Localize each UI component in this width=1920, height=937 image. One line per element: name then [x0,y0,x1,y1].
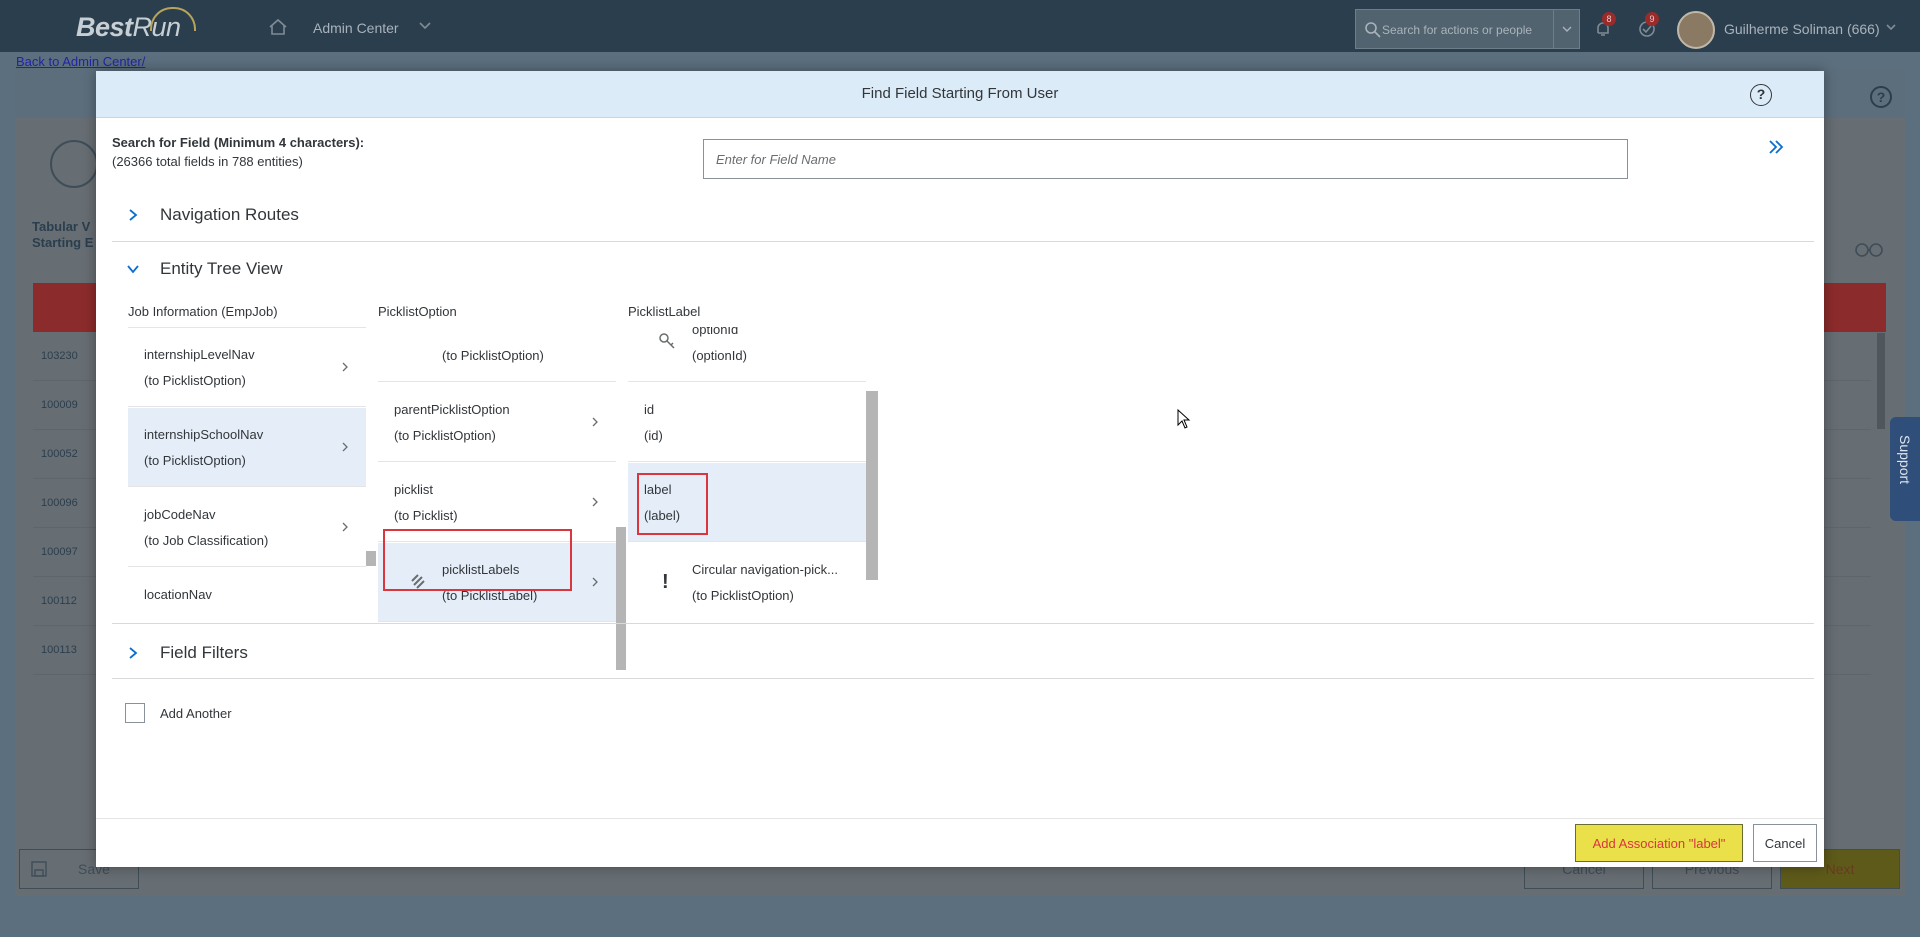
list-item-selected[interactable]: internshipSchoolNav (to PicklistOption) [128,408,366,487]
column-header-picklistlabel: PicklistLabel [628,304,701,319]
list-item[interactable]: (to PicklistOption) [378,327,616,382]
divider [112,678,1814,679]
chevron-right-icon [592,497,598,507]
chevron-right-icon [129,647,138,659]
warning-exclamation-icon: ! [662,571,669,593]
section-field-filters[interactable]: Field Filters [126,641,346,667]
chevron-right-icon [342,522,348,532]
shell-search-placeholder: Search for actions or people [1382,23,1533,37]
notification-badge: 8 [1602,12,1616,26]
list-item[interactable]: ! Circular navigation-pick... (to Pickli… [628,543,866,622]
column-header-job-information: Job Information (EmpJob) [128,304,278,319]
todo-badge: 9 [1645,12,1659,26]
column-scrollbar[interactable] [366,551,376,566]
chevron-down-icon [127,265,139,274]
cancel-button[interactable]: Cancel [1753,824,1817,862]
search-count: (26366 total fields in 788 entities) [112,154,303,169]
find-field-dialog: Find Field Starting From User ? Search f… [96,71,1824,867]
dialog-title: Find Field Starting From User [861,85,1059,102]
mouse-cursor-icon [1177,409,1191,429]
highlight-box-label [637,473,708,535]
section-entity-tree-view[interactable]: Entity Tree View [126,257,346,283]
chevron-right-icon [592,577,598,587]
chevron-down-icon [1562,26,1572,32]
document-icon [50,140,98,188]
search-label: Search for Field (Minimum 4 characters): [112,135,365,150]
list-item[interactable]: id (id) [628,383,866,462]
logo-cloud-icon [150,7,196,31]
support-tab[interactable]: Support [1890,417,1920,521]
add-another-label: Add Another [160,706,232,721]
column-header-picklistoption: PicklistOption [378,304,457,319]
background-tab-title: Tabular V Starting E [32,219,94,250]
list-item[interactable]: optionId (optionId) [628,327,866,382]
home-icon[interactable] [268,18,288,36]
list-item[interactable]: internshipLevelNav (to PicklistOption) [128,328,366,407]
chevron-right-icon [342,362,348,372]
list-item[interactable]: parentPicklistOption (to PicklistOption) [378,383,616,462]
help-icon[interactable]: ? [1750,84,1772,106]
divider [112,241,1814,242]
search-dropdown-toggle[interactable] [1553,10,1579,48]
search-icon [1365,22,1381,38]
chevron-right-icon [342,442,348,452]
column-scrollbar[interactable] [866,391,878,580]
column-scrollbar[interactable] [616,527,626,670]
list-item[interactable]: jobCodeNav (to Job Classification) [128,488,366,567]
expand-double-chevron-icon[interactable] [1766,137,1786,157]
dialog-footer [96,818,1824,867]
entity-column-picklistoption[interactable]: (to PicklistOption) parentPicklistOption… [378,327,616,670]
divider [112,623,1814,624]
dialog-header: Find Field Starting From User ? [96,71,1824,118]
avatar[interactable] [1677,11,1715,49]
chevron-right-icon [592,417,598,427]
save-icon [31,861,47,877]
shell-title[interactable]: Admin Center [313,20,399,36]
shell-search[interactable]: Search for actions or people [1355,9,1580,49]
entity-column-job-information[interactable]: internshipLevelNav (to PicklistOption) i… [128,327,366,670]
add-another-checkbox[interactable] [125,703,145,723]
user-name[interactable]: Guilherme Soliman (666) [1724,21,1880,37]
key-icon [659,333,675,349]
background-scrollbar[interactable] [1877,333,1885,429]
section-navigation-routes[interactable]: Navigation Routes [126,203,346,229]
highlight-box-picklistlabels [383,529,572,591]
list-item[interactable]: locationNav [128,568,366,647]
field-search-input[interactable] [703,139,1628,179]
add-association-button[interactable]: Add Association "label" [1575,824,1743,862]
back-to-admin-center-link[interactable]: Back to Admin Center/ [16,54,145,69]
shell-bar: BestRun Admin Center Search for actions … [0,0,1920,52]
background-help-icon[interactable]: ? [1870,86,1892,108]
chevron-right-icon [129,209,138,221]
chevron-down-icon[interactable] [418,20,432,32]
chevron-down-icon[interactable] [1885,22,1897,32]
